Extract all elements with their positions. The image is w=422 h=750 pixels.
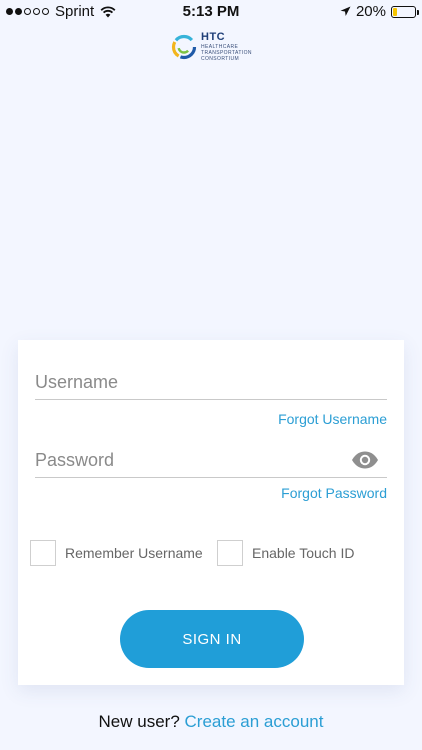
logo-subtitle: Healthcare Transportation Consortium bbox=[201, 44, 252, 62]
enable-touch-id-option[interactable]: Enable Touch ID bbox=[217, 540, 354, 566]
htc-logo-icon bbox=[171, 34, 197, 60]
remember-username-checkbox[interactable] bbox=[30, 540, 56, 566]
new-user-text: New user? bbox=[98, 712, 180, 731]
logo-text: HTC Healthcare Transportation Consortium bbox=[201, 31, 257, 63]
username-field bbox=[35, 359, 387, 400]
logo-abbr: HTC bbox=[201, 31, 226, 43]
signup-prompt: New user? Create an account bbox=[0, 712, 422, 732]
location-arrow-icon bbox=[340, 6, 351, 16]
battery-level-fill bbox=[393, 7, 397, 16]
enable-touch-id-label: Enable Touch ID bbox=[252, 545, 355, 561]
enable-touch-id-checkbox[interactable] bbox=[217, 540, 243, 566]
battery-percent: 20% bbox=[355, 3, 386, 20]
htc-logo: HTC Healthcare Transportation Consortium bbox=[171, 32, 257, 62]
password-input[interactable] bbox=[35, 450, 335, 471]
forgot-username-link[interactable]: Forgot Username bbox=[278, 411, 387, 427]
sign-in-button[interactable]: SIGN IN bbox=[120, 610, 304, 668]
status-bar: Sprint 5:13 PM 20% bbox=[0, 0, 422, 24]
battery-icon bbox=[391, 5, 419, 18]
status-bar-right: 20% bbox=[340, 3, 419, 20]
eye-icon[interactable] bbox=[351, 451, 379, 469]
remember-username-option[interactable]: Remember Username bbox=[30, 540, 203, 566]
password-field bbox=[35, 437, 387, 478]
remember-username-label: Remember Username bbox=[65, 545, 203, 561]
forgot-password-link[interactable]: Forgot Password bbox=[281, 485, 387, 501]
username-input[interactable] bbox=[35, 372, 335, 393]
login-card: Forgot Username Forgot Password Remember… bbox=[18, 340, 404, 685]
create-account-link[interactable]: Create an account bbox=[185, 712, 324, 731]
